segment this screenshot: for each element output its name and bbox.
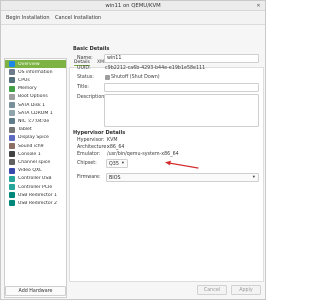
add-hardware-button[interactable]: Add Hardware [5, 286, 66, 296]
vm-details-window: win11 on QEMU/KVM ✕ Begin Installation C… [0, 0, 266, 300]
basic-details-heading: Basic Details [73, 46, 110, 52]
status-label: Status: [77, 75, 94, 80]
sidebar-item[interactable]: CPUs [5, 76, 66, 84]
pcie-controller-icon [9, 184, 15, 191]
firmware-value: BIOS [109, 175, 121, 181]
sidebar-item[interactable]: Display Spice [5, 134, 66, 142]
sidebar-item-label: SATA CDROM 1 [18, 110, 53, 116]
sidebar-item[interactable]: Boot Options [5, 93, 66, 101]
sidebar-item[interactable]: Sound ich9 [5, 142, 66, 150]
display-icon [9, 134, 15, 141]
sidebar-item[interactable]: SATA Disk 1 [5, 101, 66, 109]
sidebar-item[interactable]: Controller USB [5, 175, 66, 183]
sidebar-item-label: SATA Disk 1 [18, 102, 46, 108]
window-title: win11 on QEMU/KVM [105, 3, 161, 9]
usb-redirector-icon [9, 200, 15, 207]
sidebar-item-label: Overview [18, 61, 40, 67]
cancel-button[interactable]: Cancel [197, 285, 227, 295]
sidebar-item-label: USB Redirector 1 [18, 192, 57, 198]
sidebar-item-label: OS information [18, 69, 53, 75]
uuid-value: c9b2212-ca6b-4293-b44e-e19b1e58e111 [105, 66, 206, 71]
title-label: Title: [77, 85, 89, 90]
title-bar: win11 on QEMU/KVM ✕ [1, 1, 265, 11]
sidebar-item[interactable]: Video QXL [5, 167, 66, 175]
memory-icon [9, 85, 15, 92]
sidebar-item-label: Display Spice [18, 135, 49, 141]
chipset-value: Q35 [109, 161, 119, 167]
name-input[interactable]: win11 [104, 54, 259, 63]
annotation-arrow [165, 160, 199, 169]
emulator-label: Emulator: [77, 152, 101, 157]
console-icon [9, 151, 15, 158]
sidebar-item-label: Tablet [18, 127, 32, 133]
cpu-icon [9, 77, 15, 84]
sidebar-item[interactable]: OS information [5, 68, 66, 76]
toolbar: Begin Installation Cancel Installation [1, 12, 265, 25]
sidebar-item[interactable]: Channel spice [5, 158, 66, 166]
close-icon[interactable]: ✕ [255, 3, 262, 10]
title-input[interactable] [104, 83, 259, 92]
chevron-down-icon: ▾ [121, 161, 124, 166]
usb-controller-icon [9, 175, 15, 182]
sidebar-item[interactable]: Tablet [5, 126, 66, 134]
os-info-icon [9, 69, 15, 76]
begin-installation-button[interactable]: Begin Installation [6, 15, 50, 21]
cancel-installation-button[interactable]: Cancel Installation [55, 15, 101, 21]
sidebar-item[interactable]: NIC :c7:04:0e [5, 117, 66, 125]
boot-icon [9, 93, 15, 100]
tablet-icon [9, 126, 15, 133]
sidebar-item-label: Controller PCIe [18, 184, 53, 190]
apply-button[interactable]: Apply [231, 285, 261, 295]
details-panel: Basic Details Name: win11 UUID: c9b2212-… [69, 46, 264, 282]
chipset-label: Chipset: [77, 161, 97, 166]
description-label: Description: [77, 95, 106, 100]
disk-icon [9, 102, 15, 109]
status-value: Shutoff (Shut Down) [111, 75, 160, 80]
sidebar-item[interactable]: Overview [5, 60, 66, 69]
hypervisor-value: KVM [107, 138, 118, 143]
sidebar-item-label: USB Redirector 2 [18, 200, 57, 206]
sidebar-item-label: Console 1 [18, 151, 41, 157]
sidebar-item[interactable]: USB Redirector 2 [5, 199, 66, 207]
emulator-value: /usr/bin/qemu-system-x86_64 [107, 152, 179, 157]
sidebar-item-label: Video QXL [18, 168, 42, 174]
cdrom-icon [9, 110, 15, 117]
sidebar-item-label: Sound ich9 [18, 143, 44, 149]
chevron-down-icon: ▾ [252, 175, 255, 180]
sidebar-item-label: Memory [18, 86, 37, 92]
sidebar-item-label: Controller USB [18, 176, 52, 182]
firmware-label: Firmware: [77, 175, 101, 180]
sidebar-item[interactable]: Memory [5, 85, 66, 93]
sidebar-item[interactable]: USB Redirector 1 [5, 191, 66, 199]
sidebar-item-label: CPUs [18, 77, 30, 83]
firmware-select[interactable]: BIOS ▾ [106, 173, 259, 182]
hardware-list: Overview OS information CPUs Memory Boot Opt… [4, 58, 67, 298]
sidebar-item[interactable]: SATA CDROM 1 [5, 109, 66, 117]
sidebar-item-label: NIC :c7:04:0e [18, 118, 50, 124]
sidebar-item[interactable]: Controller PCIe [5, 183, 66, 191]
name-label: Name: [77, 56, 93, 61]
video-icon [9, 167, 15, 174]
uuid-label: UUID: [77, 66, 91, 71]
hypervisor-label: Hypervisor: [77, 138, 105, 143]
architecture-value: x86_64 [107, 145, 125, 150]
sidebar-item[interactable]: Console 1 [5, 150, 66, 158]
usb-redirector-icon [9, 192, 15, 199]
sidebar-item-label: Boot Options [18, 94, 48, 100]
shutoff-icon [105, 75, 110, 80]
overview-icon [9, 61, 15, 68]
sidebar-item-label: Channel spice [18, 159, 51, 165]
chipset-select[interactable]: Q35 ▾ [106, 159, 128, 168]
architecture-label: Architecture: [77, 145, 108, 150]
sound-icon [9, 143, 15, 150]
hypervisor-details-heading: Hypervisor Details [73, 130, 126, 136]
nic-icon [9, 118, 15, 125]
channel-icon [9, 159, 15, 166]
description-textarea[interactable] [104, 94, 259, 127]
